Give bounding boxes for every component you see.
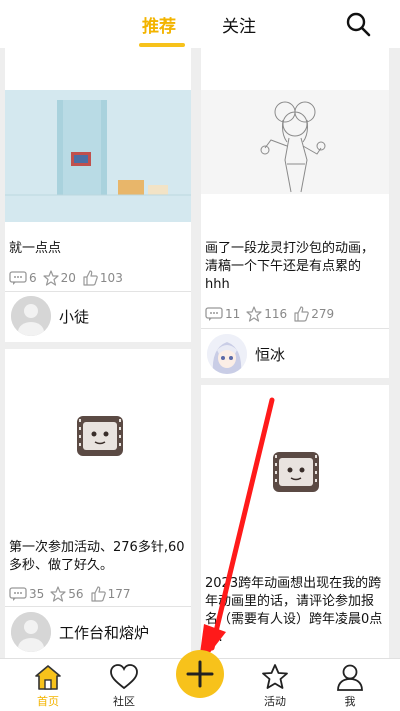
card-divider [201,328,389,329]
avatar[interactable] [207,334,247,374]
comment-icon [205,307,223,321]
create-button[interactable] [176,650,224,698]
card-divider [5,291,191,292]
thumbs-up-icon [83,270,98,286]
feed-card[interactable]: 画了一段龙灵打沙包的动画，清稿一个下午还是有点累的hhh 11 116 279 … [201,48,389,378]
nav-me[interactable]: 我 [320,663,380,709]
comment-stat[interactable]: 35 [9,587,44,601]
heart-icon [110,664,138,690]
card-description: 就一点点 [9,241,62,256]
comment-icon [9,587,27,601]
card-author[interactable]: 恒冰 [207,334,285,374]
tab-following[interactable]: 关注 [222,12,256,37]
nav-activity[interactable]: 活动 [245,663,305,709]
card-description: 第一次参加活动、276多针,60多秒、做了好久。 [9,540,185,573]
comment-icon [9,271,27,285]
nav-home[interactable]: 首页 [18,663,78,709]
nav-me-label: 我 [344,695,356,708]
nav-home-label: 首页 [37,695,59,708]
thumbs-up-icon [294,306,309,322]
thumbs-up-icon [90,586,106,602]
feed-card[interactable]: 2023跨年动画想出现在我的跨年动画里的话，请评论参加报名（需要有人设）跨年凌晨… [201,385,389,658]
card-thumbnail[interactable] [201,385,389,567]
comment-stat[interactable]: 11 [205,307,240,321]
feed-card[interactable]: 就一点点 6 20 103 小徒 [5,48,191,342]
card-stats: 11 116 279 [205,306,340,322]
star-outline-icon [246,306,262,322]
card-author[interactable]: 小徒 [11,296,89,336]
active-tab-indicator [139,43,185,47]
star-outline-icon [43,270,59,286]
film-reel-icon [5,349,191,531]
plus-icon [186,660,214,688]
star-outline-icon [50,586,66,602]
card-stats: 35 56 177 [9,586,136,602]
like-stat[interactable]: 279 [293,306,334,322]
comment-stat[interactable]: 6 [9,271,37,285]
card-author[interactable]: 工作台和熔炉 [11,612,149,652]
card-thumbnail[interactable] [201,90,389,194]
nav-community-label: 社区 [113,695,135,708]
author-name[interactable]: 小徒 [59,306,89,327]
author-name[interactable]: 恒冰 [255,344,285,365]
film-reel-icon [201,385,389,567]
nav-activity-label: 活动 [264,695,286,708]
favorite-stat[interactable]: 56 [50,586,84,602]
feed: 就一点点 6 20 103 小徒 画了一段龙灵打沙包的动画，清稿一个下午还是有点… [0,48,400,658]
card-description: 画了一段龙灵打沙包的动画，清稿一个下午还是有点累的hhh [205,241,375,292]
card-thumbnail[interactable] [5,90,191,222]
card-divider [5,606,191,607]
tab-recommended[interactable]: 推荐 [142,12,176,37]
feed-card[interactable]: 第一次参加活动、276多针,60多秒、做了好久。 35 56 177 工作台和熔… [5,349,191,658]
avatar[interactable] [11,296,51,336]
top-bar: 推荐 关注 [0,0,400,48]
card-thumbnail[interactable] [5,349,191,531]
card-stats: 6 20 103 [9,270,129,286]
home-icon [35,665,61,690]
user-icon [337,664,363,691]
like-stat[interactable]: 103 [82,270,123,286]
favorite-stat[interactable]: 20 [43,270,76,286]
avatar[interactable] [11,612,51,652]
nav-community[interactable]: 社区 [94,663,154,709]
search-icon[interactable] [344,10,372,38]
favorite-stat[interactable]: 116 [246,306,287,322]
star-icon [262,664,288,689]
author-name[interactable]: 工作台和熔炉 [59,622,149,643]
card-description: 2023跨年动画想出现在我的跨年动画里的话，请评论参加报名（需要有人设）跨年凌晨… [205,576,383,645]
like-stat[interactable]: 177 [90,586,130,602]
